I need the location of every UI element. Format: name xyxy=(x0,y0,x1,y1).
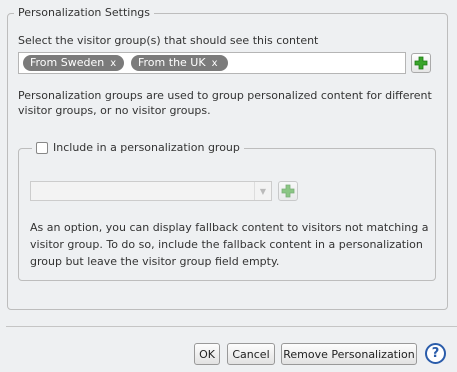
include-group-label[interactable]: Include in a personalization group xyxy=(53,141,240,154)
personalization-description: Personalization groups are used to group… xyxy=(18,89,432,117)
include-group-checkbox[interactable] xyxy=(36,141,48,154)
ok-button[interactable]: OK xyxy=(194,343,220,365)
personalization-group-select[interactable]: ▼ xyxy=(30,181,272,201)
visitor-group-tag[interactable]: From the UK x xyxy=(131,55,228,71)
remove-personalization-button[interactable]: Remove Personalization xyxy=(281,343,417,365)
fallback-description: As an option, you can display fallback c… xyxy=(30,221,429,268)
add-group-button[interactable] xyxy=(278,181,298,201)
remove-tag-icon[interactable]: x xyxy=(110,58,116,69)
footer-divider xyxy=(6,326,457,327)
tag-label: From the UK xyxy=(138,56,206,69)
plus-icon xyxy=(414,56,428,70)
visitor-group-tag[interactable]: From Sweden x xyxy=(23,55,124,71)
add-visitor-group-button[interactable] xyxy=(411,53,431,73)
cancel-button[interactable]: Cancel xyxy=(227,343,275,365)
plus-icon xyxy=(281,184,295,198)
remove-tag-icon[interactable]: x xyxy=(212,58,218,69)
include-group-legend: Include in a personalization group xyxy=(32,141,244,154)
visitor-group-field[interactable]: From Sweden x From the UK x xyxy=(18,52,406,74)
visitor-group-label: Select the visitor group(s) that should … xyxy=(18,34,319,47)
chevron-down-icon[interactable]: ▼ xyxy=(254,182,271,200)
tag-label: From Sweden xyxy=(30,56,105,69)
help-icon[interactable]: ? xyxy=(425,343,446,364)
personalization-settings-legend: Personalization Settings xyxy=(14,6,155,19)
